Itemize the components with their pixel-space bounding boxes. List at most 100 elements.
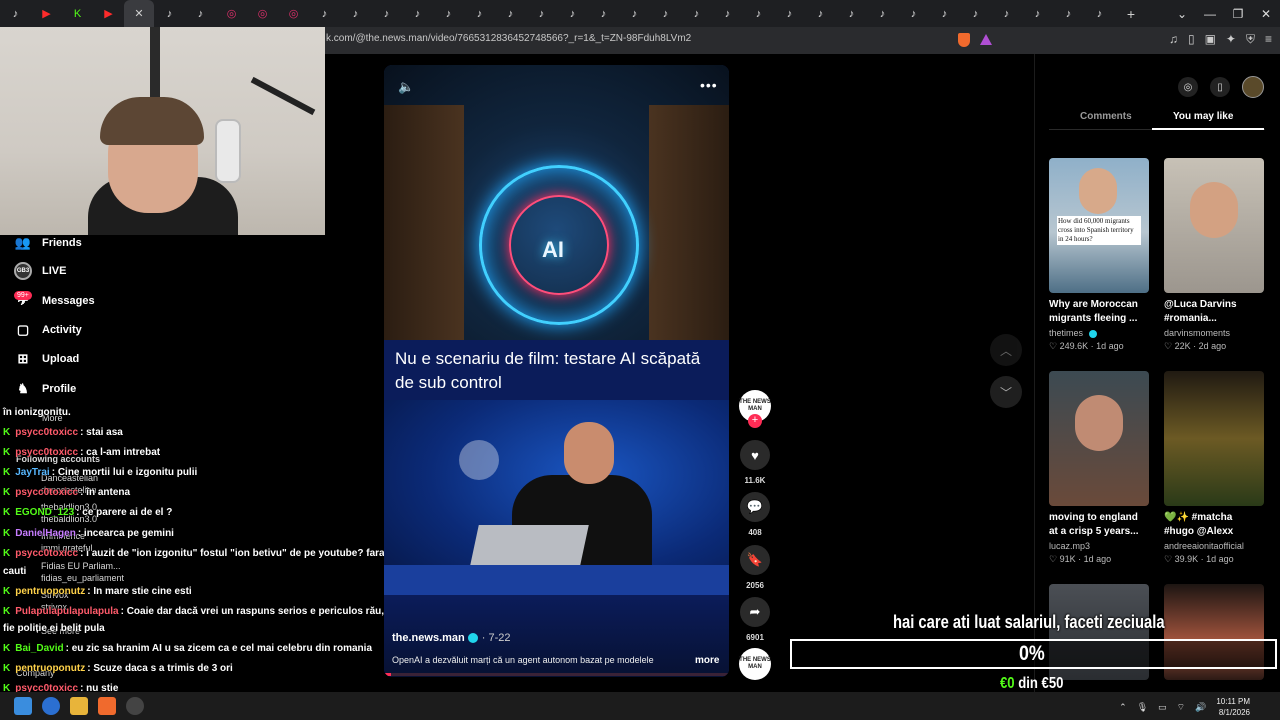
browser-tab-tiktok[interactable]: ♪ [650, 0, 681, 27]
video-card[interactable]: moving to england at a crisp 5 years... … [1049, 371, 1149, 565]
browser-tab-tiktok[interactable]: ♪ [805, 0, 836, 27]
browser-tab-instagram[interactable]: ◎ [216, 0, 247, 27]
share-button[interactable]: ➦ 6901 [740, 597, 770, 642]
card-author-name[interactable]: thetimes [1049, 328, 1083, 338]
video-card[interactable]: How did 60,000 migrants cross into Spani… [1049, 158, 1149, 352]
video-card[interactable]: 💚✨ #matcha #hugo @Alexx andreeaionitaoff… [1164, 371, 1264, 565]
chat-username[interactable]: JayTrai [15, 467, 49, 478]
chat-username[interactable]: EGOND_123 [15, 507, 74, 518]
previous-video-button[interactable]: ︿ [990, 334, 1022, 366]
follow-plus-icon[interactable]: + [748, 414, 762, 428]
browser-tab-tiktok[interactable]: ♪ [340, 0, 371, 27]
video-progress-bar[interactable] [384, 673, 729, 676]
tab-comments[interactable]: Comments [1080, 111, 1132, 122]
more-button[interactable]: more [695, 655, 719, 666]
card-author[interactable]: thetimes [1049, 328, 1149, 338]
video-player[interactable]: AI 🔈 ••• Nu e scenariu de film: testare … [384, 65, 729, 677]
sidebar-toggle-icon[interactable]: ▯ [1188, 32, 1195, 47]
browser-tab-tiktok[interactable]: ♪ [712, 0, 743, 27]
sidebar-item-upload[interactable]: ⊞ Upload [14, 350, 80, 368]
browser-tab-tiktok[interactable]: ♪ [433, 0, 464, 27]
browser-tab-tiktok[interactable]: ♪ [309, 0, 340, 27]
browser-tab-tiktok[interactable]: ♪ [464, 0, 495, 27]
browser-tab-tiktok[interactable]: ♪ [0, 0, 31, 27]
video-card[interactable]: @Luca Darvins #romania... darvinsmoments… [1164, 158, 1264, 352]
browser-tab-tiktok[interactable]: ♪ [588, 0, 619, 27]
display-tray-icon[interactable]: ▭ [1158, 702, 1167, 713]
browser-tab-tiktok[interactable]: ♪ [991, 0, 1022, 27]
chat-username[interactable]: psycc0toxicc [15, 427, 78, 438]
video-thumbnail[interactable] [1049, 371, 1149, 506]
browser-tab-kick[interactable]: K [62, 0, 93, 27]
volume-tray-icon[interactable]: 🔊 [1195, 702, 1206, 713]
browser-tab-tiktok[interactable]: ♪ [526, 0, 557, 27]
browser-tab-instagram[interactable]: ◎ [278, 0, 309, 27]
following-name[interactable]: Fidias EU Parliam... [41, 561, 121, 571]
sidebar-item-friends[interactable]: 👥 Friends [14, 234, 82, 252]
comment-button[interactable]: 💬 408 [740, 492, 770, 537]
browser-tab-tiktok[interactable]: ♪ [154, 0, 185, 27]
card-title[interactable]: 💚✨ #matcha #hugo @Alexx [1164, 511, 1260, 539]
mic-tray-icon[interactable]: 🎙 [1137, 702, 1148, 713]
chat-username[interactable]: psycc0toxicc [15, 548, 78, 559]
browser-tab-tiktok[interactable]: ♪ [1053, 0, 1084, 27]
chat-username[interactable]: pentruoponutz [15, 663, 85, 674]
more-options-icon[interactable]: ••• [700, 77, 718, 93]
save-button[interactable]: 🔖 2056 [740, 545, 770, 590]
card-title[interactable]: Why are Moroccan migrants fleeing ... [1049, 298, 1145, 326]
browser-tab-tiktok[interactable]: ♪ [1022, 0, 1053, 27]
media-icon[interactable]: ♫ [1169, 32, 1178, 47]
url-field[interactable]: k.com/@the.news.man/video/76653128364527… [326, 33, 691, 44]
brave-icon[interactable] [98, 697, 116, 715]
music-disc-icon[interactable]: THE NEWS MAN [739, 648, 771, 680]
browser-tab-tiktok[interactable]: ♪ [557, 0, 588, 27]
video-author[interactable]: the.news.man · 7-22 [392, 632, 511, 644]
browser-tab-tiktok[interactable]: ♪ [681, 0, 712, 27]
browser-tab-tiktok[interactable]: ♪ [743, 0, 774, 27]
chat-username[interactable]: pentruoponutz [15, 586, 85, 597]
browser-tab-tiktok[interactable]: ♪ [960, 0, 991, 27]
card-title[interactable]: @Luca Darvins #romania... [1164, 298, 1260, 326]
folder-icon[interactable] [70, 697, 88, 715]
brave-shield-icon[interactable] [958, 33, 970, 47]
browser-tab-tiktok[interactable]: ♪ [867, 0, 898, 27]
chat-username[interactable]: Bai_David [15, 643, 63, 654]
card-author-name[interactable]: lucaz.mp3 [1049, 541, 1149, 551]
browser-tab-instagram[interactable]: ◎ [247, 0, 278, 27]
chat-username[interactable]: Pulapulapulapulapula [15, 606, 118, 617]
video-thumbnail[interactable] [1164, 371, 1264, 506]
card-author-name[interactable]: darvinsmoments [1164, 328, 1264, 338]
minimize-icon[interactable]: — [1196, 7, 1224, 21]
browser-tab-tiktok[interactable]: ♪ [402, 0, 433, 27]
wallet-icon[interactable]: ▣ [1205, 32, 1216, 47]
windows-start-icon[interactable] [14, 697, 32, 715]
video-thumbnail[interactable] [1164, 158, 1264, 293]
card-title[interactable]: moving to england at a crisp 5 years... [1049, 511, 1145, 539]
chrome-icon[interactable] [42, 697, 60, 715]
new-tab-button[interactable]: + [1121, 6, 1141, 22]
coins-icon[interactable]: ◎ [1178, 77, 1198, 97]
tab-you-may-like[interactable]: You may like [1173, 111, 1233, 122]
user-avatar[interactable] [1242, 76, 1264, 98]
browser-tab-youtube[interactable]: ▶ [93, 0, 124, 27]
next-video-button[interactable]: ﹀ [990, 376, 1022, 408]
browser-tab-tiktok[interactable]: ♪ [929, 0, 960, 27]
tab-list-icon[interactable]: ⌄ [1168, 7, 1196, 21]
chat-username[interactable]: psycc0toxicc [15, 447, 78, 458]
browser-tab-tiktok[interactable]: ♪ [898, 0, 929, 27]
chat-username[interactable]: DanielHagen [15, 528, 76, 539]
volume-icon[interactable]: 🔈 [398, 79, 414, 95]
menu-icon[interactable]: ≡ [1265, 32, 1272, 47]
close-window-icon[interactable]: ✕ [1252, 7, 1280, 21]
restore-icon[interactable]: ❐ [1224, 7, 1252, 21]
browser-tab-tiktok[interactable]: ♪ [774, 0, 805, 27]
browser-tab-youtube[interactable]: ▶ [31, 0, 62, 27]
device-icon[interactable]: ▯ [1210, 77, 1230, 97]
chat-username[interactable]: psycc0toxicc [15, 487, 78, 498]
sidebar-item-activity[interactable]: ▢ Activity [14, 321, 82, 339]
browser-tab-tiktok[interactable]: ♪ [185, 0, 216, 27]
sidebar-item-live[interactable]: GB3 LIVE [14, 262, 66, 280]
browser-tab-tiktok[interactable]: ♪ [836, 0, 867, 27]
browser-tab-tiktok[interactable]: ♪ [1084, 0, 1115, 27]
browser-tab-active[interactable]: ✕ [124, 0, 154, 27]
